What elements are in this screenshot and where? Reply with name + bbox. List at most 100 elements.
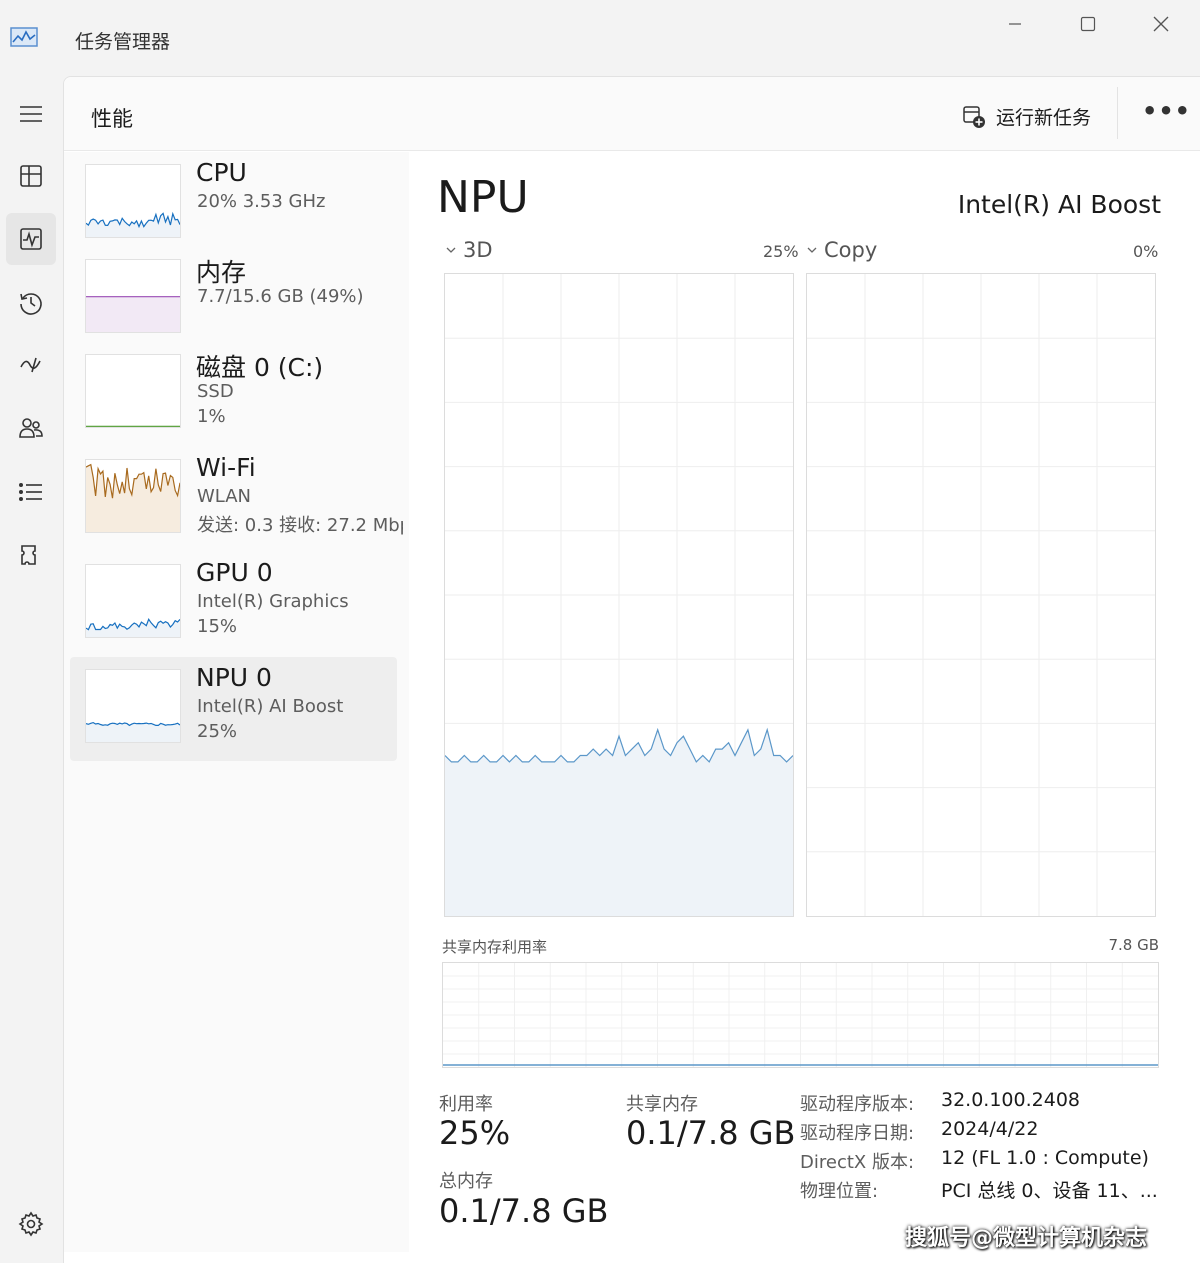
graph-3d-chart [445,274,793,916]
minimize-button[interactable] [992,10,1038,38]
engine-percent: 25% [763,242,799,261]
navigation-rail [0,76,62,1263]
cpu-mini-graph [86,211,180,237]
total-memory-label: 总内存 [439,1171,493,1192]
device-detail: Intel(R) Graphics [197,591,349,612]
page-title: 性能 [91,107,133,131]
directx-version-label: DirectX 版本: [800,1152,915,1173]
nav-startup[interactable] [6,339,56,391]
device-name: NPU 0 [196,663,272,692]
main-content: 性能 运行新任务 ••• CPU 20% 3.53 GHz 内存 7.7/15.… [63,76,1200,1263]
shared-memory-label: 共享内存利用率 [442,938,548,956]
run-task-label: 运行新任务 [996,107,1092,129]
details-icon [18,483,42,501]
chevron-down-icon [807,247,817,253]
device-list: CPU 20% 3.53 GHz 内存 7.7/15.6 GB (49%) 磁盘… [64,152,409,1252]
engine-percent: 0% [1133,242,1159,261]
memory-thumbnail [85,259,181,333]
app-history-icon [20,293,42,315]
engine-label: 3D [463,238,493,262]
npu-mini-graph [86,721,180,742]
maximize-icon [1080,16,1096,32]
nav-app-history[interactable] [6,277,56,329]
task-manager-app-icon [10,27,38,47]
mem-mini-series-fill [86,296,180,332]
shared-memory-stat-value: 0.1/7.8 GB [626,1114,796,1152]
memory-mini-graph [86,296,180,332]
device-npu[interactable]: NPU 0 Intel(R) AI Boost 25% [70,657,397,761]
detail-pane: NPU Intel(R) AI Boost 3D 25% Copy 0% 共享内… [409,152,1200,1262]
startup-icon [20,357,41,373]
device-throughput: 发送: 0.3 接收: 27.2 Mbps [197,515,403,536]
detail-title: NPU [437,172,529,223]
performance-icon [20,228,42,250]
device-memory[interactable]: 内存 7.7/15.6 GB (49%) [70,247,397,351]
utilization-value: 25% [439,1114,511,1152]
title-bar: 任务管理器 [0,0,1200,76]
nav-users[interactable] [6,402,56,454]
npu-3d-series-fill [445,729,793,916]
close-icon [1153,16,1169,32]
processes-icon [20,165,42,187]
device-name: 磁盘 0 (C:) [196,353,324,382]
device-detail: SSD [197,381,234,402]
gpu-mini-graph [86,618,180,637]
device-wifi[interactable]: Wi-Fi WLAN 发送: 0.3 接收: 27.2 Mbps [70,447,403,551]
more-options-button[interactable]: ••• [1142,97,1191,125]
engine-selector-3d[interactable]: 3D [445,238,493,262]
driver-version-value: 32.0.100.2408 [941,1089,1081,1111]
nav-performance[interactable] [6,213,56,265]
device-usage: 25% [197,721,238,742]
physical-location-value: PCI 总线 0、设备 11、... [941,1180,1158,1202]
graph-copy [806,273,1156,917]
device-name: GPU 0 [196,558,273,587]
page-header: 性能 运行新任务 ••• [64,77,1200,151]
directx-version-value: 12 (FL 1.0 : Compute) [941,1147,1149,1169]
utilization-label: 利用率 [439,1094,493,1115]
nav-processes[interactable] [6,150,56,202]
disk-mini-graph [86,425,180,427]
minimize-icon [1009,23,1021,25]
device-gpu[interactable]: GPU 0 Intel(R) Graphics 15% [70,552,397,656]
header-divider [1117,87,1118,139]
device-name: 内存 [196,258,247,287]
driver-version-label: 驱动程序版本: [800,1094,915,1115]
users-icon [19,418,43,438]
device-detail: 7.7/15.6 GB (49%) [197,286,364,307]
run-new-task-button[interactable]: 运行新任务 [962,103,1091,130]
npu-thumbnail [85,669,181,743]
total-memory-value: 0.1/7.8 GB [439,1192,609,1230]
driver-date-value: 2024/4/22 [941,1118,1039,1140]
wifi-mini-graph [86,463,180,532]
engine-selector-copy[interactable]: Copy [806,238,877,262]
app-title: 任务管理器 [75,31,171,53]
device-detail: Intel(R) AI Boost [197,696,344,717]
device-cpu[interactable]: CPU 20% 3.53 GHz [70,152,397,256]
hamburger-menu-button[interactable] [6,88,56,140]
cpu-thumbnail [85,164,181,238]
disk-thumbnail [85,354,181,428]
shared-memory-graph [442,962,1159,1068]
driver-date-label: 驱动程序日期: [800,1123,915,1144]
chevron-down-icon [446,247,456,253]
menu-icon [20,106,42,122]
close-button[interactable] [1138,10,1184,38]
device-name: CPU [196,158,247,187]
cpu-mini-series-fill [86,213,180,237]
device-usage: 15% [197,616,238,637]
nav-services[interactable] [6,529,56,581]
wifi-thumbnail [85,459,181,533]
nav-details[interactable] [6,466,56,518]
graph-copy-chart [807,274,1155,916]
detail-device-name: Intel(R) AI Boost [957,190,1161,219]
device-disk[interactable]: 磁盘 0 (C:) SSD 1% [70,342,397,446]
services-icon [21,545,36,565]
engine-label: Copy [824,238,878,262]
nav-settings[interactable] [6,1198,56,1250]
shared-memory-max: 7.8 GB [1108,936,1159,954]
physical-location-label: 物理位置: [800,1181,879,1202]
device-usage: 1% [197,406,226,427]
watermark-text: 搜狐号@微型计算机杂志 [905,1226,1148,1251]
maximize-button[interactable] [1065,10,1111,38]
graph-3d [444,273,794,917]
